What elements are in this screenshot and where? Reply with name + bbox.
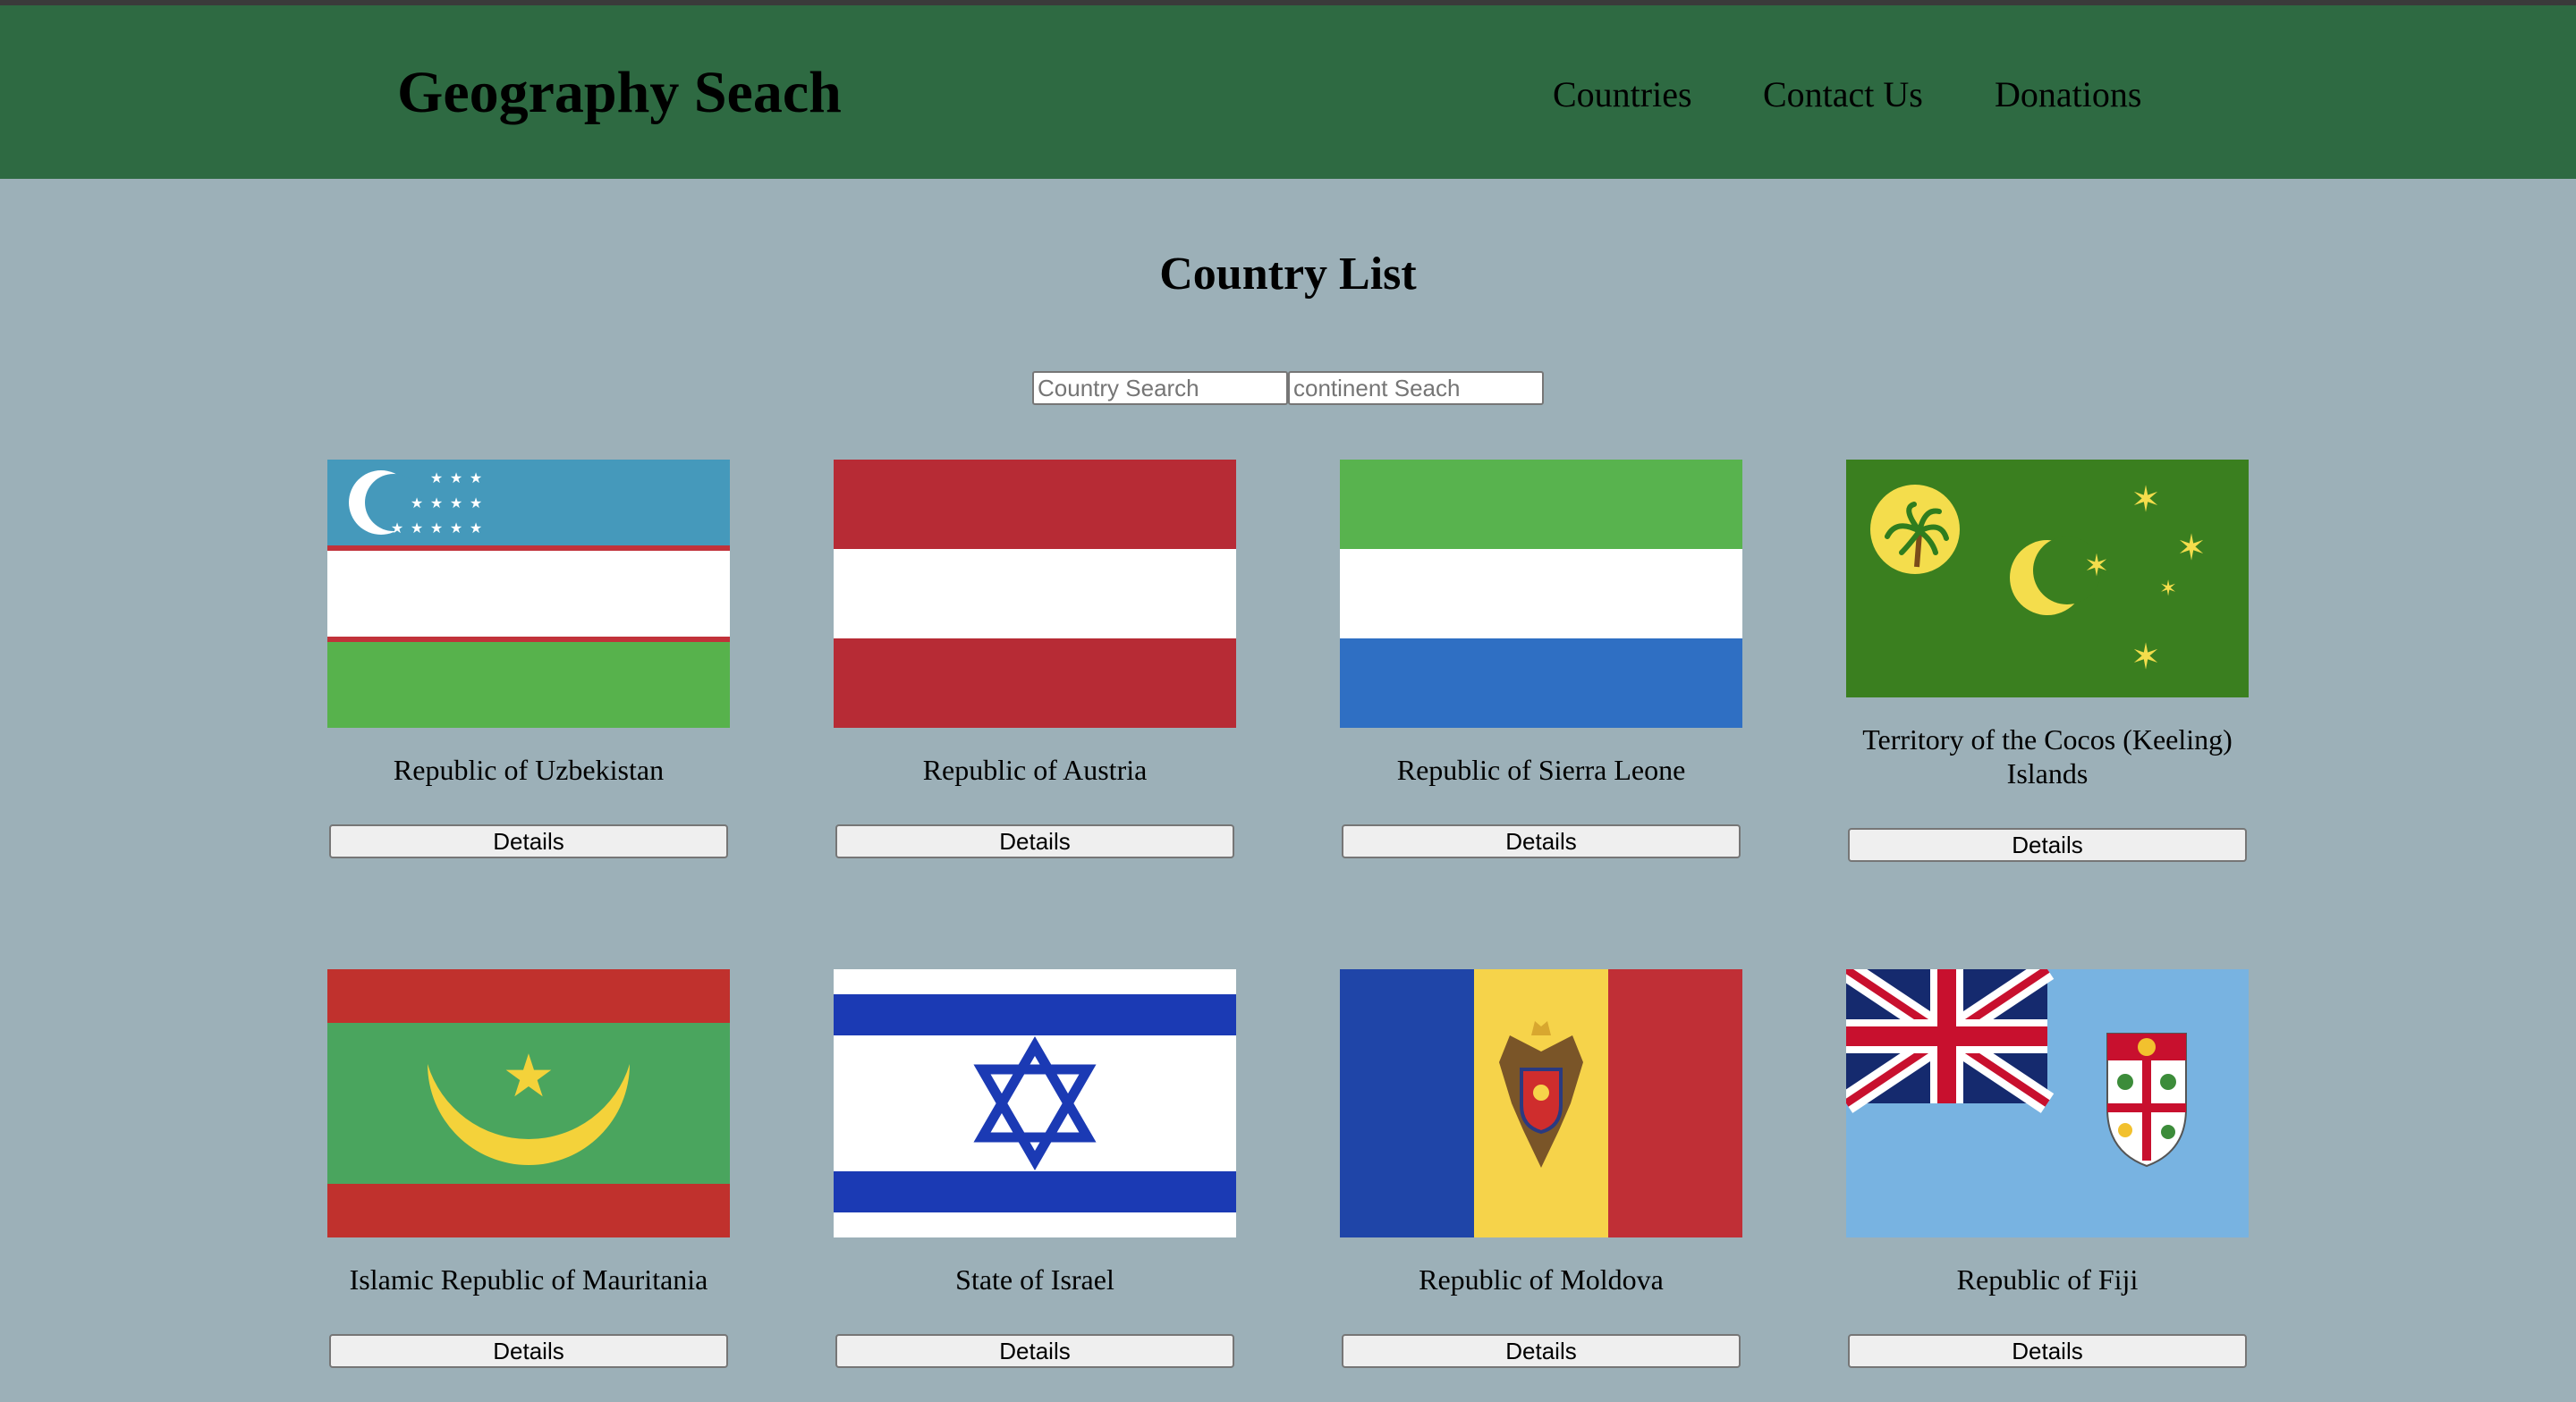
details-button[interactable]: Details [1342,1334,1741,1368]
details-button[interactable]: Details [329,1334,728,1368]
israel-flag-icon [834,969,1236,1237]
mauritania-flag-icon: ★ [327,969,730,1237]
country-name: Territory of the Cocos (Keeling) Islands [1862,723,2233,790]
svg-text:★: ★ [450,494,462,511]
svg-text:✶: ✶ [2159,576,2177,601]
svg-text:★: ★ [450,519,462,536]
svg-text:★: ★ [470,519,482,536]
country-name: Republic of Uzbekistan [393,754,665,786]
sierra-leone-flag-icon [1340,460,1742,728]
svg-text:★: ★ [430,519,443,536]
cocos-keeling-islands-flag-icon: ✶ ✶ ✶ ✶ ✶ [1846,460,2249,697]
details-button[interactable]: Details [835,1334,1234,1368]
page-title: Country List [1159,249,1417,300]
country-name: Republic of Sierra Leone [1396,754,1686,786]
country-name: State of Israel [955,1263,1114,1296]
country-name: Republic of Moldova [1419,1263,1664,1296]
svg-text:★: ★ [502,1042,555,1111]
svg-text:✶: ✶ [2131,479,2161,520]
site-header: Geography Seach Countries Contact Us Don… [0,5,2576,179]
details-button[interactable]: Details [835,824,1234,858]
svg-text:✶: ✶ [2176,528,2207,569]
details-button[interactable]: Details [1848,828,2247,862]
svg-text:★: ★ [411,519,423,536]
nav-contact-us[interactable]: Contact Us [1763,68,1923,122]
country-name: Republic of Austria [922,754,1148,786]
svg-text:✶: ✶ [2084,548,2110,584]
uzbekistan-flag-icon: ★ ★ ★ ★ ★ ★ ★ ★ ★ ★ ★ ★ [327,460,730,728]
nav-countries[interactable]: Countries [1553,68,1692,122]
moldova-flag-icon [1340,969,1742,1237]
austria-flag-icon [834,460,1236,728]
details-button[interactable]: Details [1848,1334,2247,1368]
country-name: Republic of Fiji [1956,1263,2139,1296]
details-button[interactable]: Details [329,824,728,858]
svg-text:★: ★ [430,494,443,511]
fiji-flag-icon [1846,969,2249,1237]
svg-text:✶: ✶ [2131,637,2161,678]
svg-text:★: ★ [430,469,443,486]
continent-search-input[interactable] [1288,371,1544,405]
site-title[interactable]: Geography Seach [397,57,842,129]
svg-text:★: ★ [470,494,482,511]
svg-text:★: ★ [411,494,423,511]
svg-text:★: ★ [470,469,482,486]
country-search-input[interactable] [1032,371,1288,405]
details-button[interactable]: Details [1342,824,1741,858]
svg-text:★: ★ [450,469,462,486]
svg-text:★: ★ [391,519,403,536]
nav-donations[interactable]: Donations [1995,68,2141,122]
country-name: Islamic Republic of Mauritania [349,1263,708,1296]
